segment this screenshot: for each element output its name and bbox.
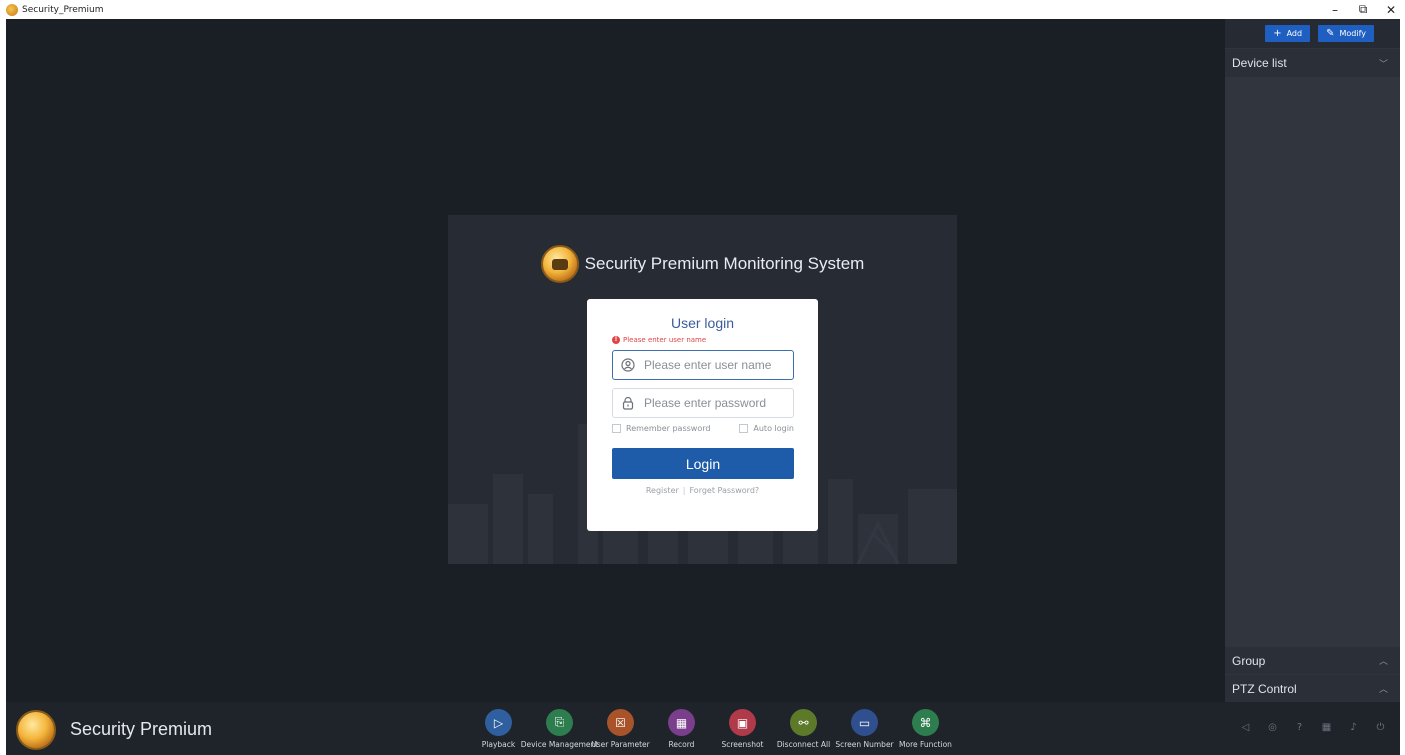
modify-label: Modify <box>1339 29 1366 38</box>
volume-icon[interactable]: ◁ <box>1238 720 1253 735</box>
device-list-title: Device list <box>1232 56 1287 70</box>
chevron-up-icon: ︿ <box>1378 656 1388 666</box>
password-field[interactable] <box>612 388 794 418</box>
link-separator: | <box>682 486 686 495</box>
forgot-password-link[interactable]: Forget Password? <box>689 486 759 495</box>
help-icon[interactable]: ? <box>1292 720 1307 735</box>
status-icons: ◁ ◎ ? ▦ ♪ ⏻ <box>1238 720 1388 735</box>
ptz-control-header[interactable]: PTZ Control ︿ <box>1225 674 1400 702</box>
plus-icon: + <box>1273 28 1282 39</box>
record-icon: ▦ <box>668 709 695 736</box>
title-bar: Security_Premium – ⧉ ✕ <box>0 0 1405 19</box>
login-options: Remember password Auto login <box>612 424 794 433</box>
right-sidebar: + Add ✎ Modify Device list ﹀ Group ︿ PTZ… <box>1225 19 1400 702</box>
brand-row: Security Premium Monitoring System <box>448 245 957 283</box>
record-button[interactable]: ▦ Record <box>651 709 712 749</box>
lock-icon <box>620 395 636 411</box>
tool-label: Record <box>668 740 695 749</box>
window-title: Security_Premium <box>22 4 104 15</box>
user-icon <box>620 357 636 373</box>
register-link[interactable]: Register <box>646 486 679 495</box>
device-list-header[interactable]: Device list ﹀ <box>1225 48 1400 77</box>
username-field[interactable] <box>612 350 794 380</box>
card-title: User login <box>670 315 735 331</box>
tool-label: Playback <box>481 740 516 749</box>
brand-logo <box>540 245 579 283</box>
window-controls: – ⧉ ✕ <box>1321 0 1405 19</box>
bottom-toolbar: Security Premium ▷ Playback ⎘ Device Man… <box>6 702 1400 755</box>
chevron-up-icon: ︿ <box>1378 684 1388 694</box>
checkbox-box[interactable] <box>612 424 621 433</box>
function-tools: ▷ Playback ⎘ Device Management ☒ User Pa… <box>468 709 956 749</box>
more-function-button[interactable]: ⌘ More Function <box>895 709 956 749</box>
power-icon[interactable]: ⏻ <box>1373 720 1388 735</box>
add-button[interactable]: + Add <box>1265 25 1311 42</box>
minimize-button[interactable]: – <box>1321 0 1349 19</box>
device-list-area <box>1225 77 1400 647</box>
chevron-down-icon: ﹀ <box>1378 58 1388 69</box>
edit-icon: ✎ <box>1326 28 1335 39</box>
disconnect-all-button[interactable]: ⚯ Disconnect All <box>773 709 834 749</box>
tool-label: User Parameter <box>591 740 650 749</box>
device-icon: ⎘ <box>546 709 573 736</box>
tool-label: Screen Number <box>835 740 894 749</box>
modify-button[interactable]: ✎ Modify <box>1318 25 1374 42</box>
remember-password-checkbox[interactable]: Remember password <box>612 424 710 433</box>
sidebar-toolbar: + Add ✎ Modify <box>1225 19 1400 48</box>
ptz-title: PTZ Control <box>1232 681 1297 696</box>
brand-logo <box>16 710 56 750</box>
remember-label: Remember password <box>626 424 711 433</box>
parameter-icon: ☒ <box>607 709 634 736</box>
screen-number-button[interactable]: ▭ Screen Number <box>834 709 895 749</box>
tool-label: Device Management <box>520 740 599 749</box>
checkbox-box[interactable] <box>739 424 749 433</box>
device-management-button[interactable]: ⎘ Device Management <box>521 709 598 749</box>
close-button[interactable]: ✕ <box>1377 0 1405 19</box>
user-parameter-button[interactable]: ☒ User Parameter <box>590 709 651 749</box>
password-input[interactable] <box>644 396 784 410</box>
tool-label: Disconnect All <box>776 740 831 749</box>
account-links: Register | Forget Password? <box>587 486 818 495</box>
tool-label: More Function <box>899 740 952 749</box>
login-panel: Security Premium Monitoring System User … <box>448 215 957 564</box>
sd-icon[interactable]: ◎ <box>1265 720 1280 735</box>
brand-title: Security Premium Monitoring System <box>584 254 865 273</box>
screenshot-icon: ▣ <box>729 709 756 736</box>
disconnect-icon: ⚯ <box>790 709 817 736</box>
brand-name: Security Premium <box>70 719 213 739</box>
error-icon: ! <box>612 336 620 344</box>
username-input[interactable] <box>644 358 784 372</box>
restore-button[interactable]: ⧉ <box>1349 0 1377 19</box>
more-icon: ⌘ <box>912 709 939 736</box>
group-header[interactable]: Group ︿ <box>1225 646 1400 674</box>
app-icon <box>6 3 18 16</box>
microphone-icon[interactable]: ♪ <box>1346 720 1361 735</box>
error-text: Please enter user name <box>623 336 707 344</box>
add-label: Add <box>1286 29 1303 38</box>
screenshot-button[interactable]: ▣ Screenshot <box>712 709 773 749</box>
group-title: Group <box>1232 653 1266 668</box>
login-button[interactable]: Login <box>612 448 794 479</box>
window-edge <box>1400 19 1405 755</box>
error-message: ! Please enter user name <box>612 336 706 344</box>
playback-icon: ▷ <box>485 709 512 736</box>
login-card: User login ! Please enter user name Reme… <box>587 299 818 531</box>
layout-icon[interactable]: ▦ <box>1319 720 1334 735</box>
auto-login-checkbox[interactable]: Auto login <box>739 424 794 433</box>
auto-login-label: Auto login <box>753 424 794 433</box>
screen-icon: ▭ <box>851 709 878 736</box>
tool-label: Screenshot <box>721 740 764 749</box>
